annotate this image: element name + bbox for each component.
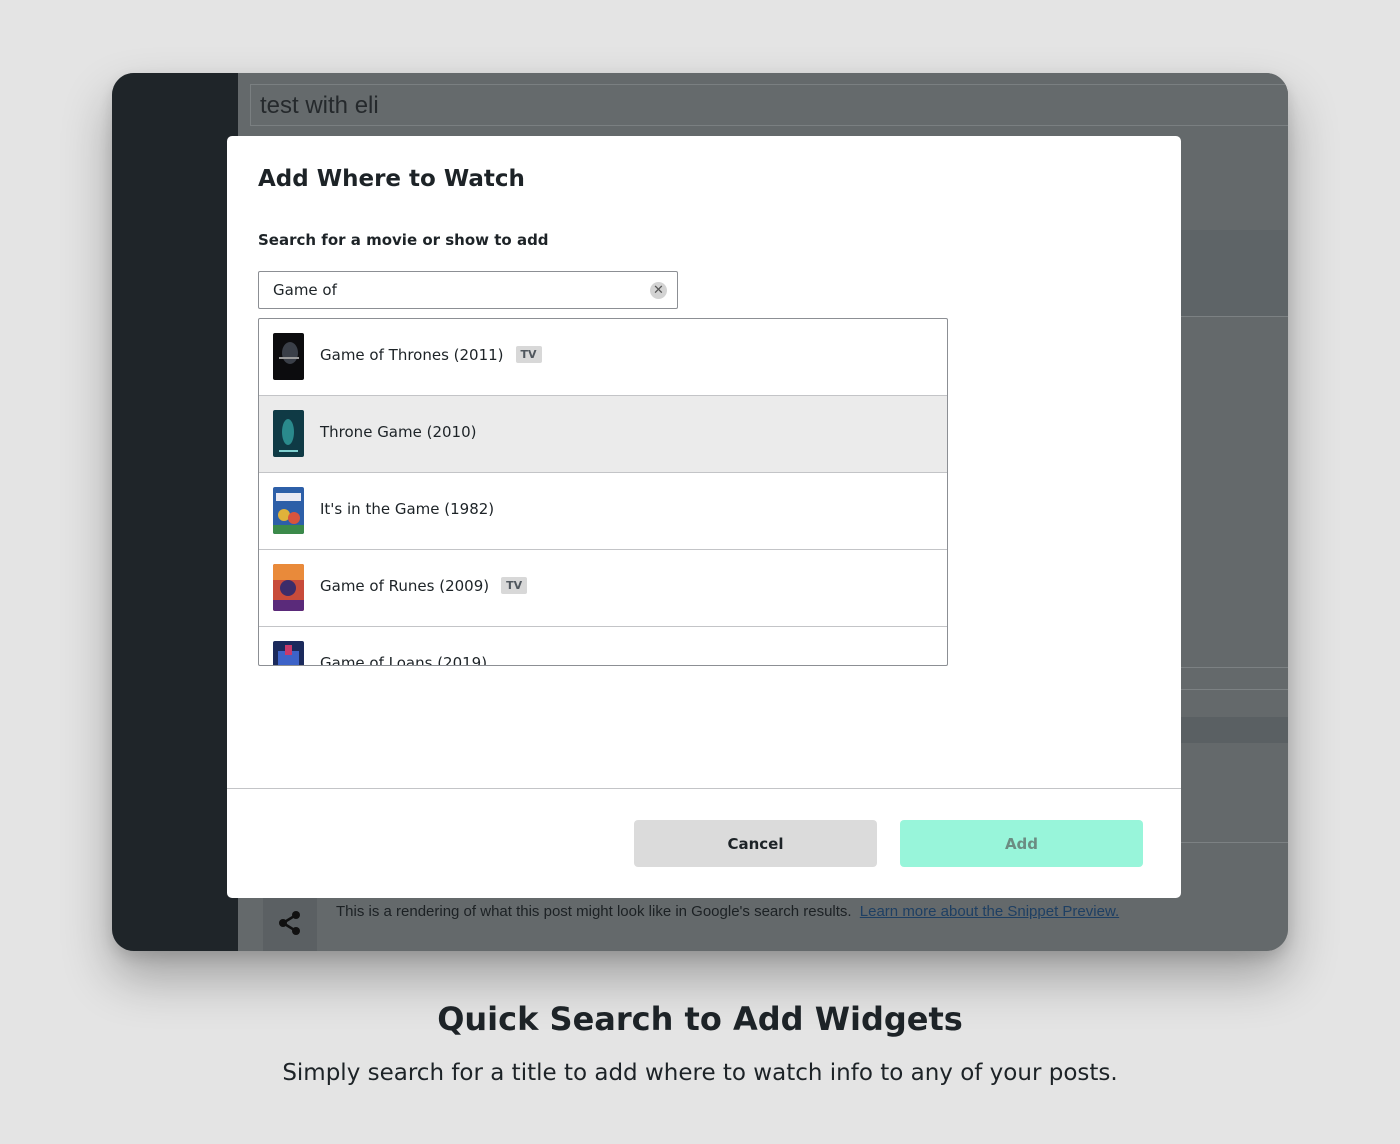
list-item[interactable]: Throne Game (2010) (259, 396, 947, 473)
result-title: Game of Runes (2009) TV (320, 577, 528, 595)
list-item[interactable]: Game of Runes (2009) TV (259, 550, 947, 627)
search-results-list[interactable]: Game of Thrones (2011) TV Throne Game (20… (258, 318, 948, 666)
snippet-preview-text: This is a rendering of what this post mi… (336, 903, 1119, 920)
cancel-button[interactable]: Cancel (634, 820, 877, 867)
add-where-to-watch-dialog: Add Where to Watch Search for a movie or… (227, 136, 1181, 898)
caption-subtitle: Simply search for a title to add where t… (282, 1060, 1118, 1086)
post-title-field[interactable]: test with eli (250, 84, 1288, 126)
search-input[interactable] (259, 272, 677, 308)
result-title: It's in the Game (1982) (320, 500, 495, 518)
result-title: Game of Thrones (2011) TV (320, 346, 542, 364)
share-icon[interactable] (263, 895, 317, 951)
clear-search-icon[interactable]: ✕ (650, 282, 667, 299)
tv-badge: TV (501, 577, 528, 594)
admin-sidebar (112, 73, 238, 951)
poster-thumbnail (273, 410, 304, 457)
search-box: ✕ (258, 271, 678, 309)
poster-thumbnail (273, 333, 304, 380)
snippet-text: This is a rendering of what this post mi… (336, 903, 852, 920)
dialog-title: Add Where to Watch (258, 166, 525, 192)
snippet-learn-more-link[interactable]: Learn more about the Snippet Preview. (860, 903, 1119, 920)
dialog-footer-divider (227, 788, 1181, 789)
list-item[interactable]: It's in the Game (1982) (259, 473, 947, 550)
list-item[interactable]: Game of Loans (2019) (259, 627, 947, 666)
add-button[interactable]: Add (900, 820, 1143, 867)
tv-badge: TV (515, 346, 542, 363)
search-label: Search for a movie or show to add (258, 231, 549, 249)
list-item[interactable]: Game of Thrones (2011) TV (259, 319, 947, 396)
poster-thumbnail (273, 487, 304, 534)
result-title: Game of Loans (2019) (320, 654, 488, 666)
result-title: Throne Game (2010) (320, 423, 477, 441)
poster-thumbnail (273, 564, 304, 611)
poster-thumbnail (273, 641, 304, 665)
caption-title: Quick Search to Add Widgets (437, 1000, 963, 1038)
